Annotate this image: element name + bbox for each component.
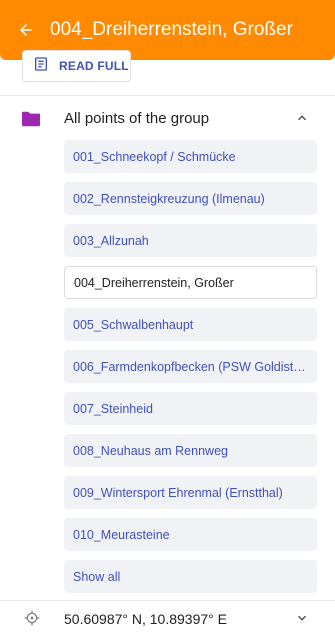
coordinates-row[interactable]: 50.60987° N, 10.89397° E xyxy=(0,604,335,632)
show-all-label: Show all xyxy=(73,569,121,584)
read-full-button[interactable]: READ FULL xyxy=(22,50,131,82)
point-label: 007_Steinheid xyxy=(73,401,153,416)
folder-icon xyxy=(20,110,42,133)
point-label: 010_Meurasteine xyxy=(73,527,170,542)
back-arrow-icon[interactable] xyxy=(14,18,38,42)
list-item[interactable]: 008_Neuhaus am Rennweg xyxy=(64,434,317,467)
list-item[interactable]: 009_Wintersport Ehrenmal (Ernstthal) xyxy=(64,476,317,509)
point-label: 002_Rennsteigkreuzung (Ilmenau) xyxy=(73,191,265,206)
point-label: 005_Schwalbenhaupt xyxy=(73,317,194,332)
list-item[interactable]: 002_Rennsteigkreuzung (Ilmenau) xyxy=(64,182,317,215)
read-full-label: READ FULL xyxy=(59,59,129,73)
list-item[interactable]: 003_Allzunah xyxy=(64,224,317,257)
location-target-icon xyxy=(24,610,40,631)
list-item-active[interactable]: 004_Dreiherrenstein, Großer xyxy=(64,266,317,299)
point-label: 009_Wintersport Ehrenmal (Ernstthal) xyxy=(73,485,283,500)
list-item[interactable]: 006_Farmdenkopfbecken (PSW Goldisth… xyxy=(64,350,317,383)
point-label: 004_Dreiherrenstein, Großer xyxy=(74,275,234,290)
show-all-button[interactable]: Show all xyxy=(64,560,317,593)
divider xyxy=(0,600,335,601)
point-label: 008_Neuhaus am Rennweg xyxy=(73,443,228,458)
list-item[interactable]: 007_Steinheid xyxy=(64,392,317,425)
group-label: All points of the group xyxy=(64,109,210,127)
coordinates-label: 50.60987° N, 10.89397° E xyxy=(64,611,227,627)
point-label: 003_Allzunah xyxy=(73,233,149,248)
list-item[interactable]: 010_Meurasteine xyxy=(64,518,317,551)
page-title: 004_Dreiherrenstein, Großer xyxy=(50,19,293,40)
chevron-down-icon[interactable] xyxy=(294,610,310,631)
point-label: 001_Schneekopf / Schmücke xyxy=(73,149,236,164)
group-header[interactable]: All points of the group xyxy=(0,100,335,136)
point-label: 006_Farmdenkopfbecken (PSW Goldisth… xyxy=(73,359,313,374)
list-item[interactable]: 005_Schwalbenhaupt xyxy=(64,308,317,341)
divider xyxy=(0,95,335,96)
chevron-up-icon[interactable] xyxy=(294,110,310,131)
list-item[interactable]: 001_Schneekopf / Schmücke xyxy=(64,140,317,173)
document-icon xyxy=(33,56,49,77)
